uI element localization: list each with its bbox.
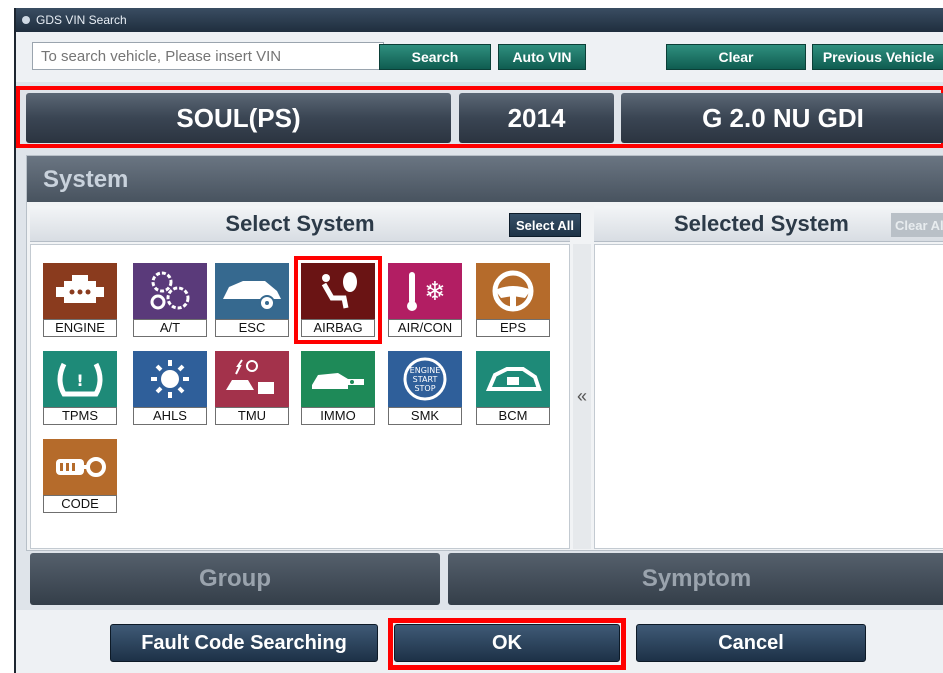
gds-vin-search-window: GDS VIN Search Search Auto VIN Clear Pre… xyxy=(14,8,943,673)
system-tile-label: ENGINE xyxy=(43,319,117,337)
system-tile-engine[interactable]: ENGINE xyxy=(41,261,119,339)
system-tile-label: TMU xyxy=(215,407,289,425)
system-tile-label: ESC xyxy=(215,319,289,337)
title-bar: GDS VIN Search xyxy=(16,8,943,32)
airbag-icon xyxy=(301,263,375,319)
system-tile-label: IMMO xyxy=(301,407,375,425)
headlamp-icon xyxy=(133,351,207,407)
clear-button[interactable]: Clear xyxy=(666,44,806,70)
system-tile-label: TPMS xyxy=(43,407,117,425)
body-control-icon xyxy=(476,351,550,407)
system-tile-esc[interactable]: ESC xyxy=(213,261,291,339)
engine-icon xyxy=(43,263,117,319)
system-tile-label: SMK xyxy=(388,407,462,425)
immobilizer-key-icon xyxy=(301,351,375,407)
smk-engine-text: ENGINE xyxy=(410,366,441,375)
system-tile-smk[interactable]: ENGINE START STOP SMK xyxy=(386,349,464,427)
system-tile-label: A/T xyxy=(133,319,207,337)
system-tile-ahls[interactable]: AHLS xyxy=(131,349,209,427)
group-button[interactable]: Group xyxy=(30,553,440,605)
system-tile-immo[interactable]: IMMO xyxy=(299,349,377,427)
vehicle-model[interactable]: SOUL(PS) xyxy=(26,93,451,143)
vehicle-year[interactable]: 2014 xyxy=(459,93,614,143)
system-tile-code[interactable]: CODE xyxy=(41,437,119,515)
window-menu-icon[interactable] xyxy=(22,16,30,24)
system-tile-eps[interactable]: EPS xyxy=(474,261,552,339)
vin-input[interactable] xyxy=(32,42,384,70)
system-tile-aircon[interactable]: ❄ AIR/CON xyxy=(386,261,464,339)
aircon-icon: ❄ xyxy=(388,263,462,319)
previous-vehicle-button[interactable]: Previous Vehicle xyxy=(812,44,943,70)
move-left-arrow[interactable]: « xyxy=(573,244,591,549)
car-esc-icon xyxy=(215,263,289,319)
tire-pressure-icon: ! xyxy=(43,351,117,407)
gears-icon xyxy=(133,263,207,319)
system-header: System xyxy=(27,156,943,202)
action-button-row: Fault Code Searching OK Cancel xyxy=(16,610,943,673)
system-panel: System Select System Select All Selected… xyxy=(26,155,943,551)
system-tile-label: CODE xyxy=(43,495,117,513)
start-stop-icon: ENGINE START STOP xyxy=(388,351,462,407)
smk-start-text: START xyxy=(413,375,438,384)
smk-stop-text: STOP xyxy=(414,384,435,393)
window-title: GDS VIN Search xyxy=(36,13,127,27)
fault-code-searching-button[interactable]: Fault Code Searching xyxy=(110,624,378,662)
select-all-button[interactable]: Select All xyxy=(509,213,581,237)
select-system-title: Select System xyxy=(30,206,570,242)
ok-button[interactable]: OK xyxy=(394,624,620,662)
cancel-button[interactable]: Cancel xyxy=(636,624,866,662)
symptom-button[interactable]: Symptom xyxy=(448,553,943,605)
system-tile-label: AIR/CON xyxy=(388,319,462,337)
system-list: ENGINE A/T ESC AIRBAG ❄ AIR/CON EPS ! TP… xyxy=(30,244,570,549)
vehicle-engine[interactable]: G 2.0 NU GDI xyxy=(621,93,943,143)
vehicle-selection-row: SOUL(PS) 2014 G 2.0 NU GDI xyxy=(16,86,943,148)
system-tile-tpms[interactable]: ! TPMS xyxy=(41,349,119,427)
system-tile-label: BCM xyxy=(476,407,550,425)
svg-text:!: ! xyxy=(76,371,83,390)
svg-text:❄: ❄ xyxy=(424,277,446,307)
system-tile-tmu[interactable]: TMU xyxy=(213,349,291,427)
key-code-icon xyxy=(43,439,117,495)
vin-search-bar: Search Auto VIN Clear Previous Vehicle xyxy=(16,32,943,82)
search-button[interactable]: Search xyxy=(379,44,491,70)
system-tile-airbag[interactable]: AIRBAG xyxy=(294,256,382,344)
group-symptom-row: Group Symptom xyxy=(26,553,943,607)
clear-all-button[interactable]: Clear All xyxy=(891,213,943,237)
telematics-icon xyxy=(215,351,289,407)
auto-vin-button[interactable]: Auto VIN xyxy=(498,44,586,70)
system-tile-at[interactable]: A/T xyxy=(131,261,209,339)
selected-system-list xyxy=(594,244,943,549)
system-tile-label: EPS xyxy=(476,319,550,337)
steering-wheel-icon xyxy=(476,263,550,319)
system-tile-bcm[interactable]: BCM xyxy=(474,349,552,427)
system-tile-label: AHLS xyxy=(133,407,207,425)
system-tile-label: AIRBAG xyxy=(301,319,375,337)
